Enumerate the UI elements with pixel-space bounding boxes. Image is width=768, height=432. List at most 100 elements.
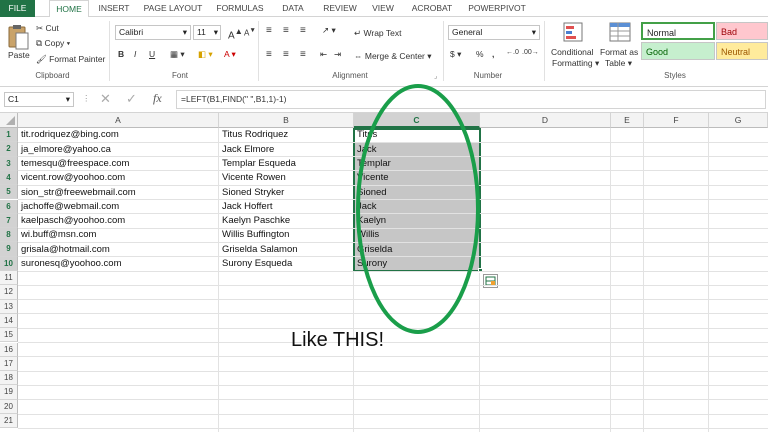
cell-col-a[interactable]: jachoffe@webmail.com [19, 200, 217, 214]
font-size-select[interactable]: 11 ▾ [193, 25, 221, 40]
row-header[interactable]: 15 [0, 328, 18, 343]
align-center-icon[interactable]: ≡ [283, 49, 289, 60]
font-color-icon[interactable]: A ▾ [224, 49, 236, 60]
cell-col-a[interactable]: suronesq@yoohoo.com [19, 257, 217, 271]
tab-page-layout[interactable]: PAGE LAYOUT [140, 0, 206, 17]
enter-icon[interactable]: ✓ [126, 91, 137, 107]
tab-file[interactable]: FILE [0, 0, 35, 17]
row-header[interactable]: 21 [0, 414, 18, 429]
bold-button[interactable]: B [118, 49, 124, 59]
currency-button[interactable]: $ ▾ [450, 49, 461, 60]
tab-insert[interactable]: INSERT [94, 0, 134, 17]
fill-color-icon[interactable]: ◧ ▾ [198, 49, 213, 60]
row-header[interactable]: 4 [0, 170, 18, 186]
tab-view[interactable]: VIEW [369, 0, 397, 17]
decrease-decimal-icon[interactable]: .00→ [522, 49, 539, 56]
format-as-table-icon[interactable] [608, 21, 632, 45]
row-header[interactable]: 18 [0, 371, 18, 386]
cell-col-a[interactable]: kaelpasch@yoohoo.com [19, 214, 217, 228]
number-format-select[interactable]: General ▾ [448, 25, 540, 40]
wrap-text-button[interactable]: ↵ Wrap Text [354, 28, 401, 39]
copy-button[interactable]: ⧉ Copy ▾ [36, 38, 70, 49]
format-as-table-label[interactable]: Format as [600, 47, 638, 57]
conditional-formatting-label[interactable]: Conditional [551, 47, 594, 57]
grow-font-button[interactable]: A▲ [228, 26, 243, 41]
cell-col-a[interactable]: wi.buff@msn.com [19, 228, 217, 242]
row-header[interactable]: 19 [0, 385, 18, 400]
cell-col-b[interactable]: Titus Rodriquez [220, 128, 352, 142]
column-header-b[interactable]: B [219, 113, 354, 128]
merge-center-button[interactable]: ⇔ Merge & Center ▾ [354, 51, 432, 62]
cell-col-b[interactable]: Willis Buffington [220, 228, 352, 242]
insert-function-icon[interactable]: fx [153, 91, 162, 106]
row-header[interactable]: 6 [0, 199, 18, 214]
style-neutral[interactable]: Neutral [716, 42, 768, 60]
row-header[interactable]: 17 [0, 356, 18, 372]
font-name-select[interactable]: Calibri ▾ [115, 25, 191, 40]
shrink-font-button[interactable]: A▼ [244, 27, 256, 38]
row-header[interactable]: 14 [0, 313, 18, 329]
format-as-table-label-2[interactable]: Table ▾ [605, 58, 632, 69]
cell-col-a[interactable]: sion_str@freewebmail.com [19, 186, 217, 200]
name-box[interactable]: C1 ▾ [4, 92, 74, 107]
select-all-corner[interactable] [0, 113, 18, 128]
row-header[interactable]: 3 [0, 156, 18, 171]
cut-button[interactable]: ✂ Cut [36, 23, 59, 34]
bottom-align-icon[interactable]: ≡ [300, 25, 306, 36]
increase-decimal-icon[interactable]: ←.0 [506, 49, 519, 56]
align-right-icon[interactable]: ≡ [300, 49, 306, 60]
style-bad[interactable]: Bad [716, 22, 768, 40]
spreadsheet-grid[interactable]: A B C D E F G 1 tit.rodriquez@bing.com Tit… [0, 84, 768, 432]
tab-acrobat[interactable]: ACROBAT [406, 0, 458, 17]
cell-col-b[interactable]: Jack Hoffert [220, 200, 352, 214]
conditional-formatting-label-2[interactable]: Formatting ▾ [552, 58, 599, 69]
row-header[interactable]: 10 [0, 256, 18, 271]
column-header-e[interactable]: E [611, 113, 644, 128]
cell-col-b[interactable]: Templar Esqueda [220, 157, 352, 171]
cell-col-a[interactable]: temesqu@freespace.com [19, 157, 217, 171]
increase-indent-icon[interactable]: ⇥ [334, 49, 341, 60]
row-header[interactable]: 7 [0, 213, 18, 229]
cell-col-b[interactable]: Kaelyn Paschke [220, 214, 352, 228]
comma-button[interactable]: , [492, 49, 494, 59]
underline-button[interactable]: U [149, 49, 155, 59]
cell-col-b[interactable]: Griselda Salamon [220, 243, 352, 257]
row-header[interactable]: 20 [0, 399, 18, 414]
cell-col-b[interactable]: Surony Esqueda [220, 257, 352, 271]
cell-col-a[interactable]: tit.rodriquez@bing.com [19, 128, 217, 142]
column-header-g[interactable]: G [709, 113, 768, 128]
style-normal[interactable]: Normal [641, 22, 715, 40]
tab-powerpivot[interactable]: POWERPIVOT [466, 0, 528, 17]
italic-button[interactable]: I [134, 49, 136, 59]
row-header[interactable]: 9 [0, 242, 18, 257]
column-header-a[interactable]: A [18, 113, 219, 128]
row-header[interactable]: 5 [0, 185, 18, 200]
middle-align-icon[interactable]: ≡ [283, 25, 289, 36]
column-header-f[interactable]: F [644, 113, 709, 128]
cancel-icon[interactable]: ✕ [100, 91, 111, 107]
decrease-indent-icon[interactable]: ⇤ [320, 49, 327, 60]
cell-col-b[interactable]: Sioned Stryker [220, 186, 352, 200]
cell-col-b[interactable]: Jack Elmore [220, 143, 352, 157]
cell-col-a[interactable]: ja_elmore@yahoo.ca [19, 143, 217, 157]
tab-home[interactable]: HOME [49, 0, 89, 18]
borders-icon[interactable]: ▦ ▾ [170, 49, 185, 60]
row-header[interactable]: 12 [0, 285, 18, 300]
percent-button[interactable]: % [476, 49, 484, 59]
column-header-d[interactable]: D [480, 113, 611, 128]
style-good[interactable]: Good [641, 42, 715, 60]
paste-button[interactable] [6, 23, 30, 53]
row-header[interactable]: 8 [0, 228, 18, 243]
align-left-icon[interactable]: ≡ [266, 49, 272, 60]
cell-col-b[interactable]: Vicente Rowen [220, 171, 352, 185]
conditional-formatting-icon[interactable] [562, 21, 586, 45]
row-header[interactable]: 2 [0, 142, 18, 157]
tab-review[interactable]: REVIEW [319, 0, 361, 17]
format-painter-button[interactable]: 🖌 Format Painter [36, 54, 105, 65]
orientation-icon[interactable]: ↗ ▾ [322, 25, 336, 36]
cell-col-a[interactable]: vicent.row@yoohoo.com [19, 171, 217, 185]
row-header[interactable]: 1 [0, 128, 18, 143]
top-align-icon[interactable]: ≡ [266, 25, 272, 36]
row-header[interactable]: 13 [0, 299, 18, 314]
tab-formulas[interactable]: FORMULAS [214, 0, 266, 17]
